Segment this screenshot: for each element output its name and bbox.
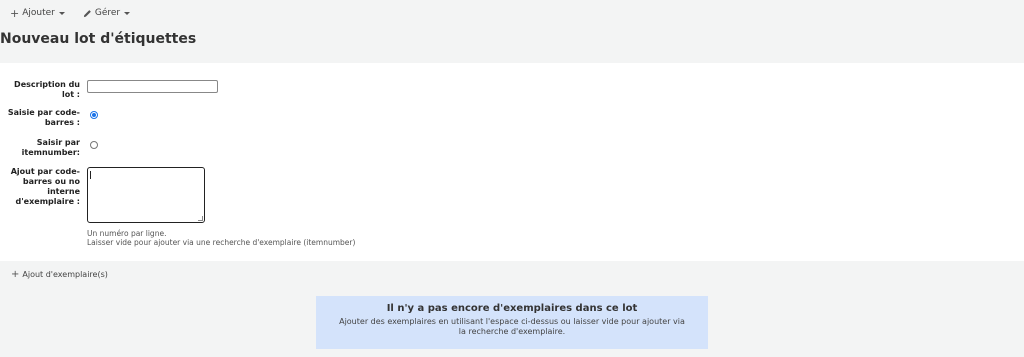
plus-icon: + [10,6,20,20]
description-label: Description du lot : [14,80,80,99]
alert-title: Il n'y a pas encore d'exemplaires dans c… [386,303,638,314]
add-items-button[interactable]: + Ajout d'exemplaire(s) [11,269,108,280]
info-alert: Il n'y a pas encore d'exemplaires dans c… [316,296,708,349]
hint-one-per-line: Un numéro par ligne. [87,229,167,238]
page-title: Nouveau lot d'étiquettes [0,31,197,47]
itemnumber-entry-radio[interactable] [90,141,98,149]
add-button[interactable]: + Ajouter [10,7,65,20]
add-items-button-label: Ajout d'exemplaire(s) [22,270,108,279]
resize-grip-icon[interactable] [198,216,203,221]
add-items-label: Ajout par code-barres ou no interne d'ex… [10,167,80,206]
toolbar: + Ajouter Gérer [0,0,131,26]
manage-button[interactable]: Gérer [83,8,131,18]
batch-form: Description du lot : Saisie par code-bar… [0,63,1024,261]
barcodes-textarea[interactable] [87,167,205,223]
alert-text: Ajouter des exemplaires en utilisant l'e… [339,317,685,336]
barcode-entry-radio[interactable] [90,111,98,119]
description-input[interactable] [87,80,218,93]
plus-icon: + [11,269,20,280]
text-cursor [90,171,91,179]
pencil-icon [83,9,91,17]
caret-down-icon [58,12,65,15]
hint-leave-empty: Laisser vide pour ajouter via une recher… [87,238,356,247]
barcode-entry-label: Saisie par code-barres : [7,108,80,127]
manage-button-label: Gérer [94,8,121,18]
itemnumber-entry-label: Saisir par itemnumber: [21,138,80,157]
caret-down-icon [124,12,131,15]
add-button-label: Ajouter [22,8,55,18]
